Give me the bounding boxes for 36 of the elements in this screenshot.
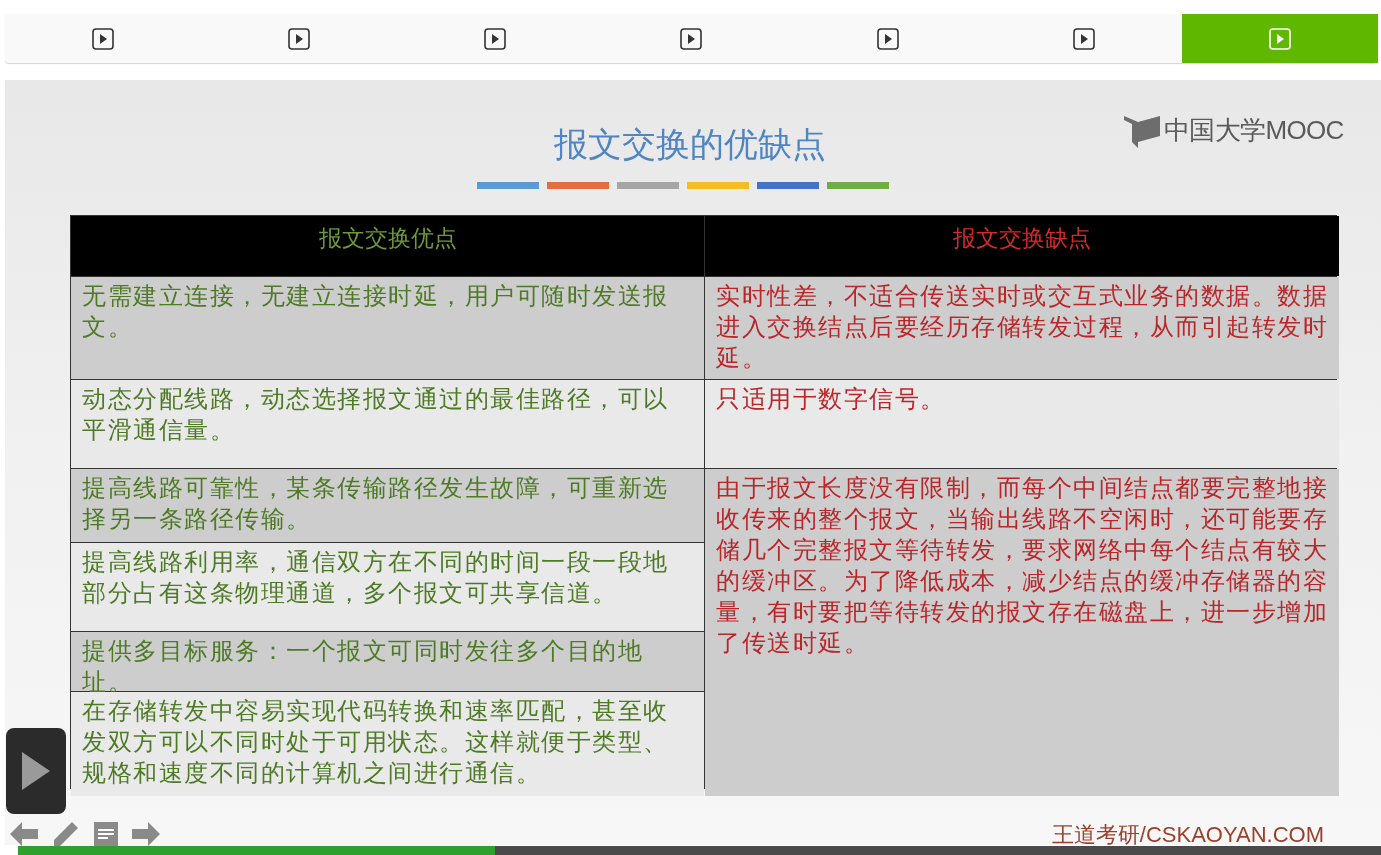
table-cell: 由于报文长度没有限制，而每个中间结点都要完整地接收传来的整个报文，当输出线路不空闲时，还可能要存储几个完整报文等待转发，要求网络中每个结点有较大的缓冲区。为了降低成本，减少结点的缓冲存储器的容量，有时要把等待转发的报文存在磁盘上，进一步增加了传送时延。 xyxy=(705,469,1339,796)
table-cell: 动态分配线路，动态选择报文通过的最佳路径，可以平滑通信量。 xyxy=(71,380,704,468)
color-stripe xyxy=(477,182,539,189)
slide-title: 报文交换的优缺点 xyxy=(553,123,827,166)
table-cell: 只适用于数字信号。 xyxy=(705,380,1339,468)
column-header: 报文交换缺点 xyxy=(705,216,1339,276)
column-header: 报文交换优点 xyxy=(71,216,704,276)
note-icon[interactable] xyxy=(94,822,118,846)
footer-text: 王道考研/CSKAOYAN.COM xyxy=(1051,821,1324,849)
play-icon xyxy=(680,27,703,50)
play-icon xyxy=(876,27,899,50)
play-icon xyxy=(1268,27,1291,50)
logo-text: 中国大学MOOC xyxy=(1164,114,1344,147)
arrow-left-icon[interactable] xyxy=(10,822,38,846)
pencil-icon[interactable] xyxy=(52,820,80,848)
color-stripe xyxy=(757,182,819,189)
table-cell: 无需建立连接，无建立连接时延，用户可随时发送报文。 xyxy=(71,277,704,379)
table-cell: 提供多目标服务：一个报文可同时发往多个目的地址。 xyxy=(71,632,704,691)
arrow-right-icon[interactable] xyxy=(132,822,160,846)
color-stripe xyxy=(827,182,889,189)
table-cell: 提高线路利用率，通信双方在不同的时间一段一段地部分占有这条物理通道，多个报文可共享信道。 xyxy=(71,543,704,631)
table-cell: 提高线路可靠性，某条传输路径发生故障，可重新选择另一条路径传输。 xyxy=(71,469,704,542)
play-button[interactable] xyxy=(6,728,66,814)
color-stripe xyxy=(687,182,749,189)
play-icon xyxy=(1072,27,1095,50)
book-icon xyxy=(1124,113,1160,148)
table-cell: 实时性差，不适合传送实时或交互式业务的数据。数据进入交换结点后要经历存储转发过程，从而引起转发时延。 xyxy=(705,277,1339,379)
play-icon xyxy=(92,27,115,50)
color-stripe xyxy=(617,182,679,189)
chapter-tab[interactable] xyxy=(1181,14,1378,63)
progress-track[interactable] xyxy=(18,846,1381,855)
table-cell: 在存储转发中容易实现代码转换和速率匹配，甚至收发双方可以不同时处于可用状态。这样就便于类型、规格和速度不同的计算机之间进行通信。 xyxy=(71,692,704,796)
color-stripe xyxy=(547,182,609,189)
play-icon xyxy=(484,27,507,50)
play-icon xyxy=(22,752,50,790)
play-icon xyxy=(288,27,311,50)
